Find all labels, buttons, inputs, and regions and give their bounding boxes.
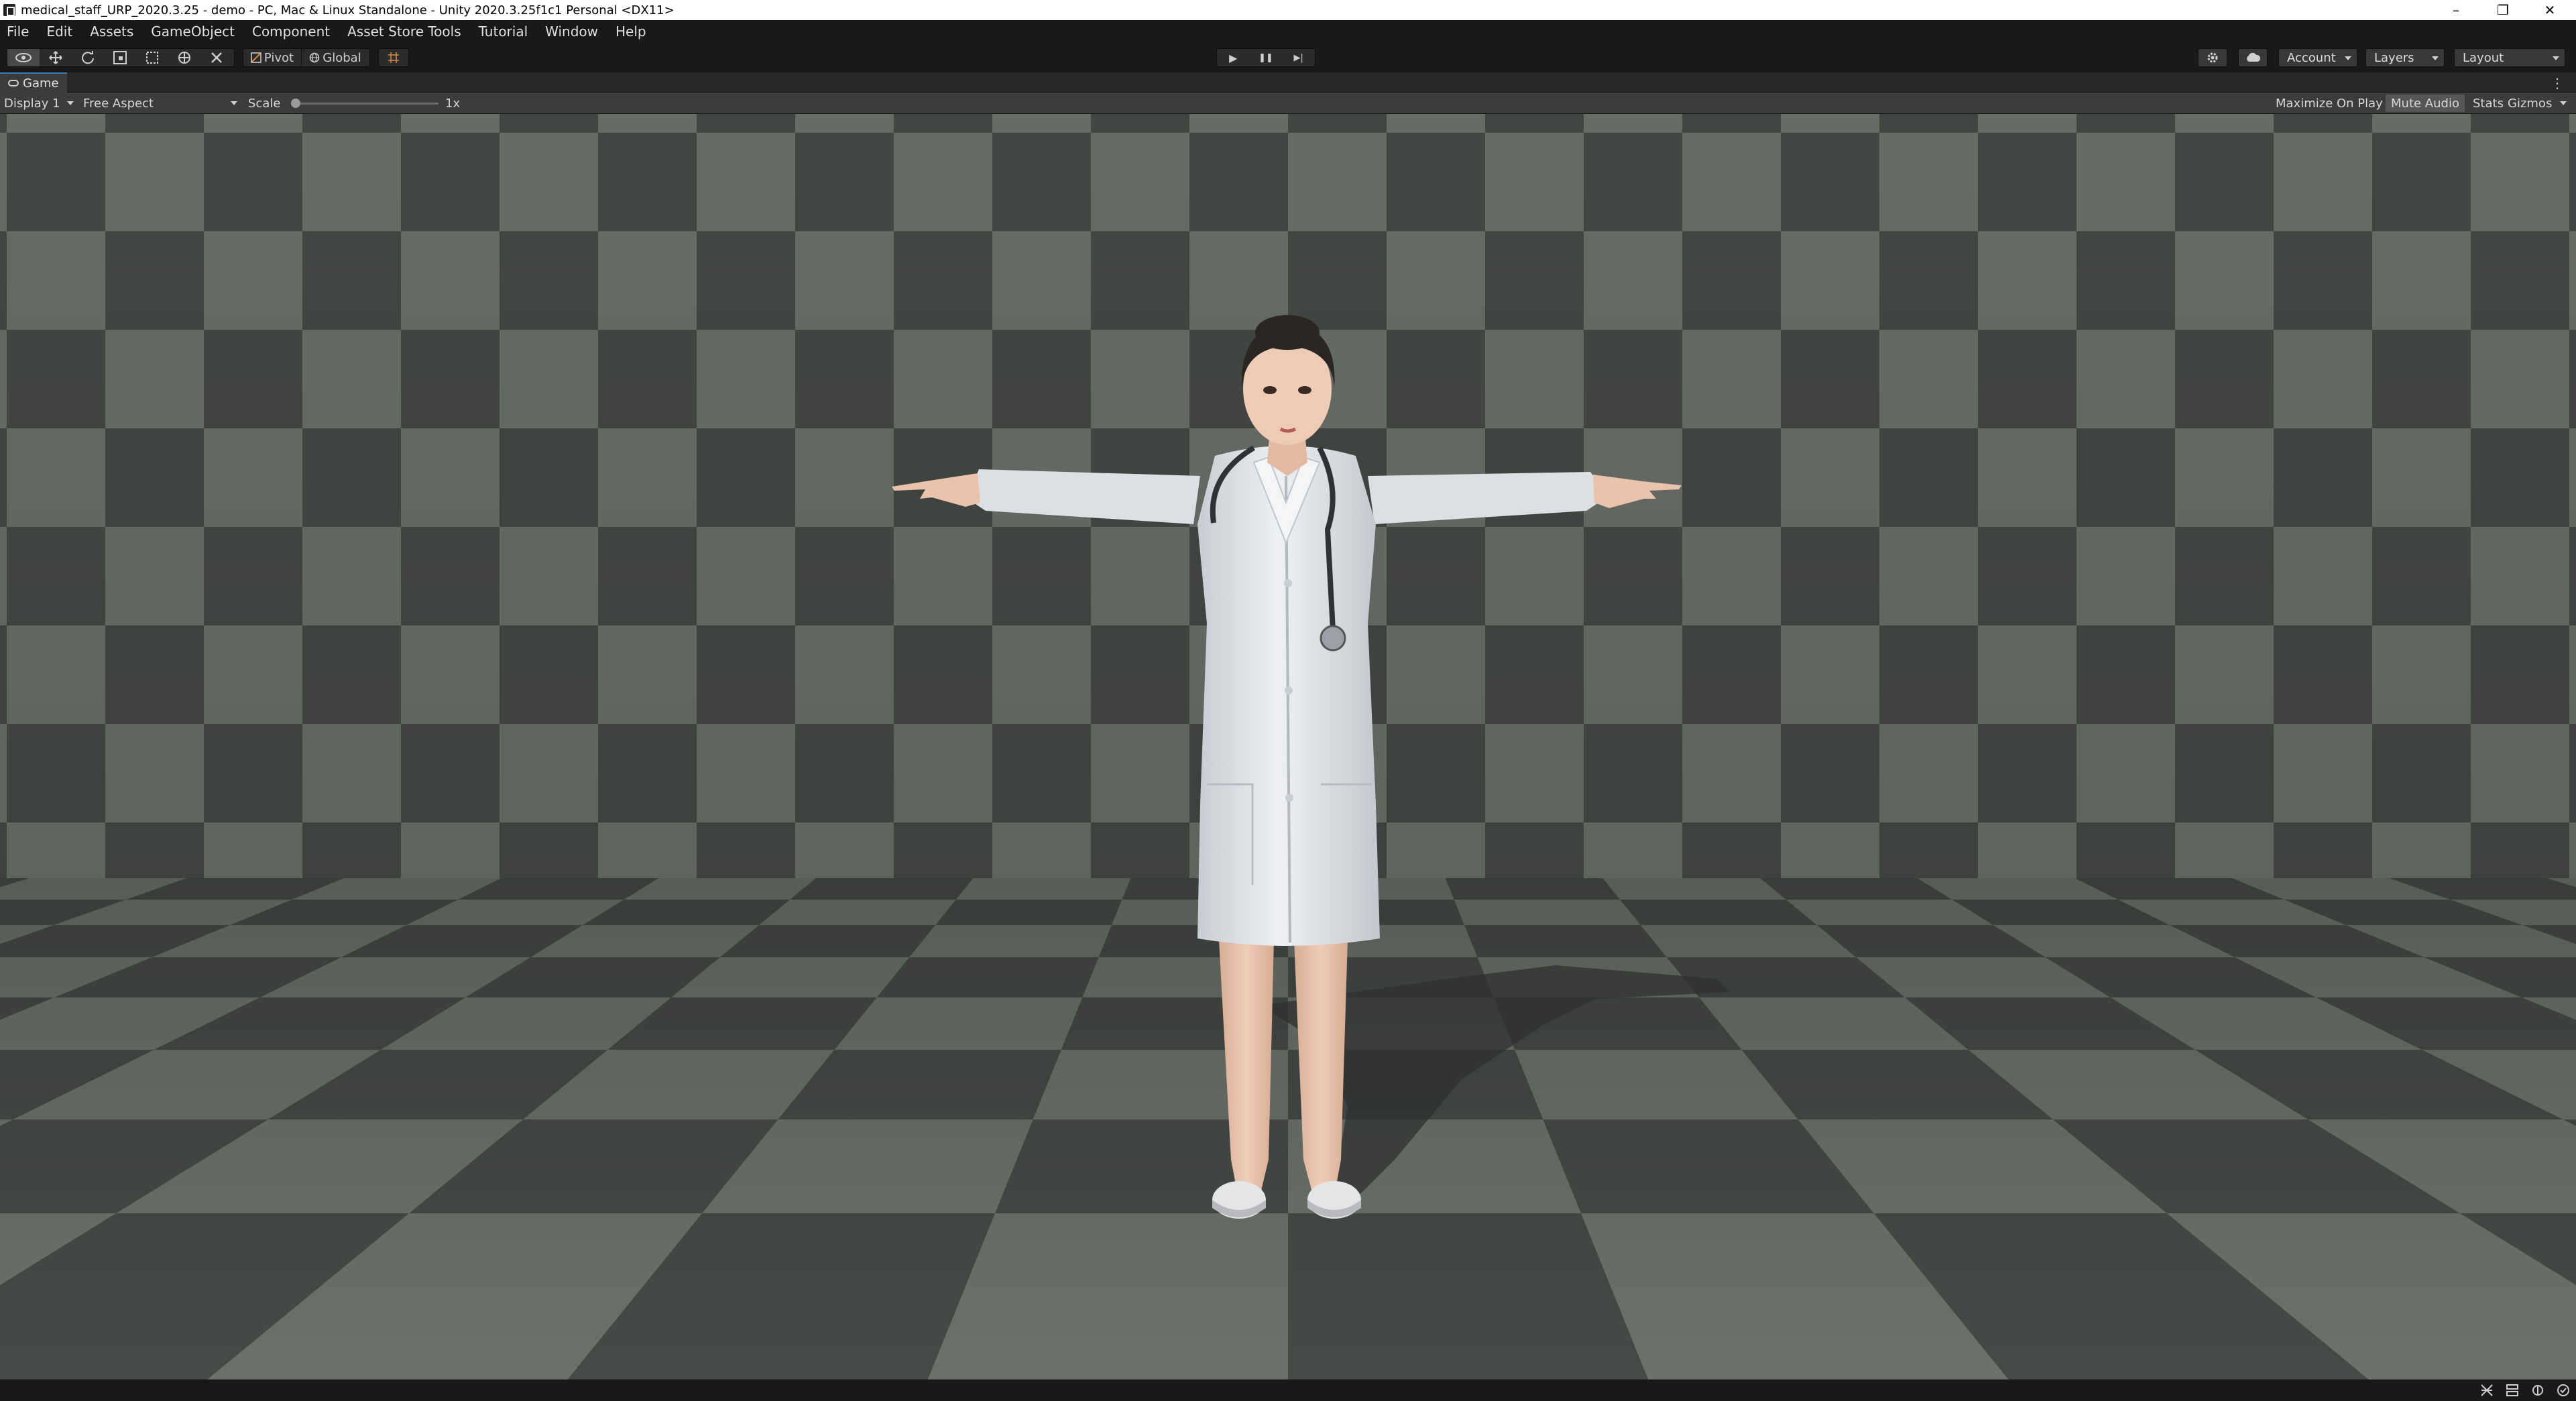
- global-toggle[interactable]: Global: [302, 49, 369, 66]
- menu-file[interactable]: File: [7, 23, 29, 40]
- pivot-toggle[interactable]: Pivot: [243, 49, 301, 66]
- cache-server-icon[interactable]: [2505, 1383, 2520, 1398]
- display-dropdown[interactable]: Display 1: [4, 93, 74, 114]
- scale-label: Scale: [248, 96, 281, 111]
- custom-tool-button[interactable]: [200, 49, 233, 66]
- gizmos-label: Gizmos: [2508, 96, 2553, 111]
- menu-bar: File Edit Assets GameObject Component As…: [0, 20, 2576, 43]
- scale-icon: [113, 51, 127, 64]
- custom-tool-icon: [211, 52, 222, 63]
- rect-icon: [146, 52, 158, 64]
- transform-tools: [7, 48, 235, 67]
- chevron-down-icon: [2560, 101, 2567, 105]
- chevron-down-icon: [231, 101, 237, 105]
- stats-toggle[interactable]: Stats: [2467, 95, 2509, 112]
- scale-value: 1x: [445, 96, 461, 111]
- menu-edit[interactable]: Edit: [46, 23, 72, 40]
- pivot-label: Pivot: [264, 50, 294, 65]
- layers-dropdown[interactable]: Layers: [2365, 48, 2445, 67]
- layout-label: Layout: [2463, 50, 2504, 65]
- account-dropdown[interactable]: Account: [2278, 48, 2357, 67]
- maximize-button[interactable]: ❐: [2479, 0, 2526, 20]
- step-button[interactable]: ▶|: [1282, 49, 1315, 66]
- globe-icon: [310, 52, 320, 63]
- play-controls: ▶ ❚❚ ▶|: [1216, 48, 1315, 67]
- menu-tutorial[interactable]: Tutorial: [479, 23, 528, 40]
- grid-snap-icon: [388, 52, 399, 63]
- grid-snap-button[interactable]: [378, 48, 409, 67]
- aspect-dropdown[interactable]: Free Aspect: [83, 93, 237, 114]
- menu-help[interactable]: Help: [616, 23, 646, 40]
- aspect-label: Free Aspect: [83, 96, 154, 111]
- gear-icon: [2207, 52, 2218, 63]
- status-bar: [0, 1380, 2576, 1401]
- unity-app-icon: [3, 4, 15, 16]
- chevron-down-icon: [66, 101, 74, 105]
- chevron-down-icon: [2553, 56, 2559, 60]
- gamepad-icon: [8, 80, 19, 86]
- rotate-icon: [82, 51, 94, 64]
- cloud-icon: [2247, 52, 2261, 62]
- move-tool-button[interactable]: [40, 49, 72, 66]
- layout-dropdown[interactable]: Layout: [2454, 48, 2565, 67]
- check-icon[interactable]: [2556, 1383, 2571, 1398]
- window-title-bar: medical_staff_URP_2020.3.25 - demo - PC,…: [0, 0, 2576, 20]
- eye-icon: [15, 53, 32, 62]
- menu-assets[interactable]: Assets: [90, 23, 133, 40]
- main-toolbar: Pivot Global ▶ ❚❚ ▶| Account Layers Layo…: [0, 43, 2576, 72]
- menu-component[interactable]: Component: [252, 23, 330, 40]
- status-icons: [2479, 1383, 2571, 1398]
- pivot-icon: [251, 52, 261, 63]
- menu-gameobject[interactable]: GameObject: [151, 23, 235, 40]
- minimize-button[interactable]: –: [2433, 0, 2479, 20]
- gizmos-dropdown[interactable]: Gizmos: [2508, 93, 2567, 114]
- window-title: medical_staff_URP_2020.3.25 - demo - PC,…: [21, 3, 675, 17]
- debug-icon[interactable]: [2530, 1383, 2545, 1398]
- transform-tool-button[interactable]: [168, 49, 200, 66]
- layers-label: Layers: [2374, 50, 2414, 65]
- more-options-icon[interactable]: ⋮: [2551, 75, 2564, 91]
- view-tool-button[interactable]: [7, 49, 40, 66]
- mute-audio-toggle[interactable]: Mute Audio: [2386, 95, 2465, 112]
- move-icon: [49, 51, 62, 64]
- play-button[interactable]: ▶: [1217, 49, 1250, 66]
- global-label: Global: [323, 50, 361, 65]
- menu-window[interactable]: Window: [545, 23, 598, 40]
- transform-icon: [178, 52, 190, 64]
- scene-render: [0, 114, 2576, 1380]
- chevron-down-icon: [2345, 56, 2351, 60]
- checker-floor: [0, 878, 2576, 1380]
- close-button[interactable]: ✕: [2526, 0, 2573, 20]
- game-tab-bar: Game ⋮: [0, 72, 2576, 93]
- pivot-global-toggles: Pivot Global: [243, 48, 370, 67]
- maximize-on-play-toggle[interactable]: Maximize On Play: [2270, 95, 2388, 112]
- pause-button[interactable]: ❚❚: [1250, 49, 1283, 66]
- rotate-tool-button[interactable]: [72, 49, 104, 66]
- progress-icon[interactable]: [2479, 1383, 2494, 1398]
- chevron-down-icon: [2432, 56, 2439, 60]
- menu-asset-store-tools[interactable]: Asset Store Tools: [347, 23, 461, 40]
- services-button[interactable]: [2198, 48, 2227, 67]
- tab-game-label: Game: [23, 76, 59, 90]
- scale-slider[interactable]: [291, 99, 438, 108]
- account-label: Account: [2287, 50, 2336, 65]
- rect-tool-button[interactable]: [136, 49, 168, 66]
- game-viewport[interactable]: [0, 114, 2576, 1380]
- display-label: Display 1: [4, 96, 60, 111]
- scale-slider-handle[interactable]: [291, 99, 300, 108]
- tab-game[interactable]: Game: [0, 72, 67, 93]
- game-view-controls: Display 1 Free Aspect Scale 1x Maximize …: [0, 93, 2576, 114]
- scale-tool-button[interactable]: [104, 49, 136, 66]
- collab-button[interactable]: [2238, 48, 2268, 67]
